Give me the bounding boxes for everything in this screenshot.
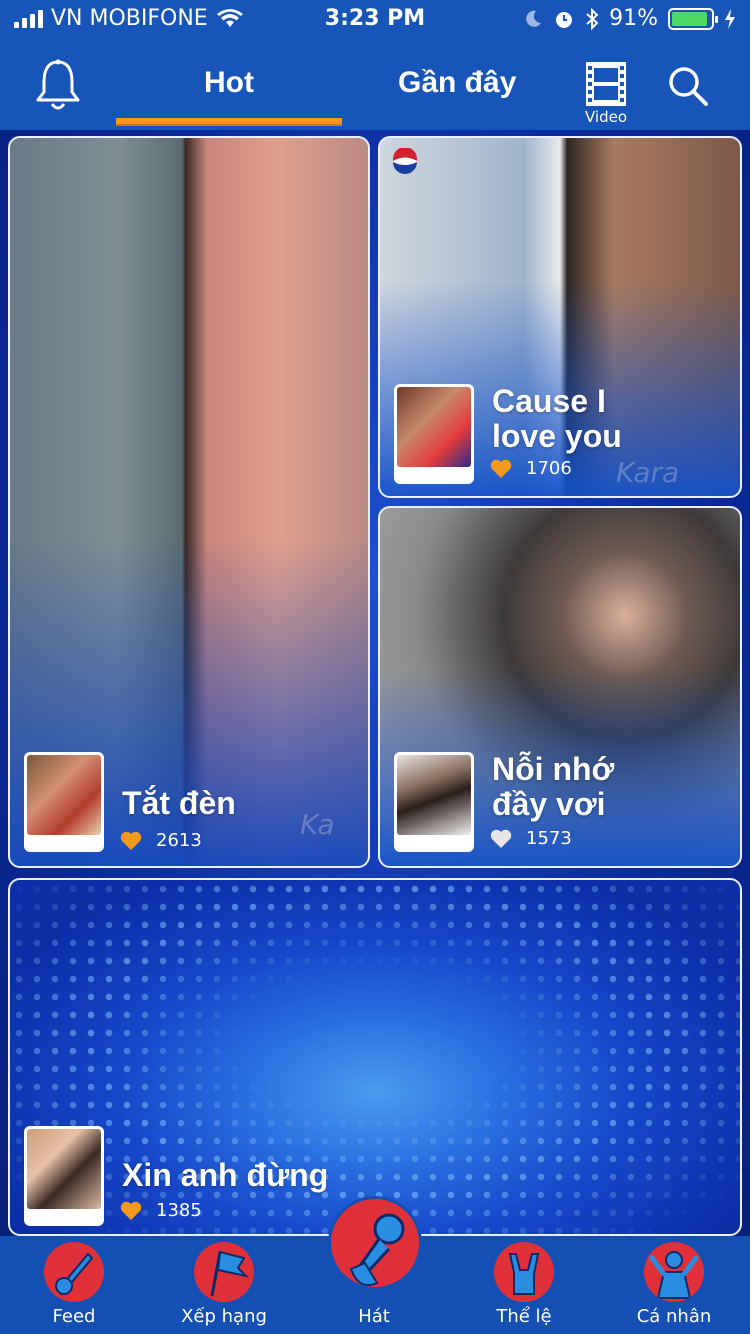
nav-label: Hát [358,1306,390,1327]
rock-hand-icon [494,1242,554,1302]
avatar[interactable] [24,752,104,852]
song-title: Cause I love you [492,383,622,454]
song-card[interactable]: Nỗi nhớ đầy vơi 1573 [378,506,742,868]
person-icon [644,1242,704,1302]
nav-ranking[interactable]: Xếp hạng [154,1236,294,1334]
like-count-value: 1385 [156,1200,202,1221]
alarm-icon [556,11,573,28]
battery-icon [668,7,718,30]
like-count-value: 1573 [526,828,572,849]
song-title: Tắt đèn [122,785,236,821]
song-title: Nỗi nhớ đầy vơi [492,751,615,822]
like-count[interactable]: 1706 [490,458,572,479]
pepsi-logo [392,148,418,174]
bell-icon[interactable] [34,58,82,112]
content-feed: Ka Tắt đèn 2613 Kara Cause I love you 17… [0,130,750,1236]
song-title: Xin anh đừng [122,1157,329,1193]
like-count[interactable]: 2613 [120,830,202,851]
video-label[interactable]: Video [578,108,634,126]
header: Hot Gần đây Video [0,40,750,130]
watermark: Kara [616,456,680,489]
tab-recent[interactable]: Gần đây [398,66,516,100]
nav-label: Xếp hạng [181,1306,267,1327]
avatar[interactable] [394,752,474,852]
status-right: 91% [523,6,736,31]
avatar[interactable] [24,1126,104,1226]
like-count[interactable]: 1385 [120,1200,202,1221]
battery-percent: 91% [609,6,658,31]
song-card[interactable]: Kara Cause I love you 1706 [378,136,742,498]
song-card[interactable]: Xin anh đừng 1385 [8,878,742,1236]
like-count-value: 1706 [526,458,572,479]
search-icon[interactable] [666,64,710,108]
heart-icon [490,829,512,848]
moon-icon [526,10,542,27]
like-count[interactable]: 1573 [490,828,572,849]
background-pattern [10,880,740,1234]
nav-profile[interactable]: Cá nhân [604,1236,744,1334]
nav-label: Cá nhân [636,1306,712,1327]
guitar-icon [44,1242,104,1302]
heart-icon [120,1201,142,1220]
nav-label: Thể lệ [496,1306,552,1327]
nav-label: Feed [52,1306,96,1327]
avatar[interactable] [394,384,474,484]
nav-feed[interactable]: Feed [4,1236,144,1334]
battery-level [672,11,707,26]
active-tab-indicator [116,118,342,126]
like-count-value: 2613 [156,830,202,851]
tab-hot[interactable]: Hot [204,66,254,100]
watermark: Ka [300,808,335,841]
video-icon[interactable] [582,60,630,108]
heart-icon [490,459,512,478]
flag-icon [194,1242,254,1302]
status-bar: VN MOBIFONE 3:23 PM 91% [0,0,750,40]
nav-rules[interactable]: Thể lệ [454,1236,594,1334]
microphone-icon[interactable] [328,1196,422,1290]
bluetooth-icon [586,7,599,30]
heart-icon [120,831,142,850]
song-card[interactable]: Ka Tắt đèn 2613 [8,136,370,868]
charging-icon [725,8,735,29]
